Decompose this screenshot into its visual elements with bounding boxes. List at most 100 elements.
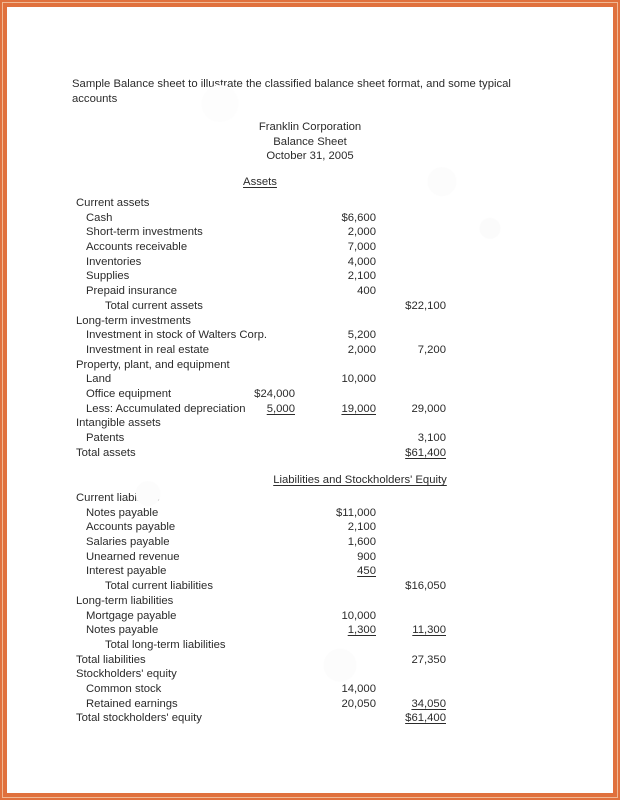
row-label: Long-term investments [76, 314, 191, 327]
row-label: Interest payable [86, 565, 167, 578]
amount-right: 27,350 [411, 653, 446, 666]
statement-row: Long-term investments [10, 314, 610, 329]
row-label: Office equipment [86, 387, 172, 400]
document-page: Sample Balance sheet to illustrate the c… [10, 10, 610, 790]
statement-row: Land 10,000 [10, 372, 610, 387]
row-label: Property, plant, and equipment [76, 358, 230, 371]
row-label: Stockholders' equity [76, 668, 177, 681]
statement-row: Patents 3,100 [10, 431, 610, 446]
amount-middle: 900 [357, 550, 376, 563]
row-label: Prepaid insurance [86, 285, 178, 298]
amount-right: $22,100 [405, 299, 446, 312]
row-label: Unearned revenue [86, 550, 180, 563]
row-label: Total current liabilities [105, 580, 213, 593]
row-label: Current liabilities [76, 492, 160, 504]
statement-row: Less: Accumulated depreciation 5,000 19,00… [10, 402, 610, 417]
row-label: Intangible assets [76, 417, 161, 430]
statement-row: Stockholders' equity [10, 667, 610, 682]
row-label: Investment in real estate [86, 343, 210, 356]
row-label: Salaries payable [86, 536, 170, 549]
amount-middle: 10,000 [341, 609, 376, 622]
row-label: Total current assets [105, 299, 203, 312]
row-label: Total assets [76, 446, 136, 459]
amount-middle: 400 [357, 285, 376, 298]
liabilities-section-heading: Liabilities and Stockholders' Equity [273, 474, 447, 486]
amount-right: 11,300 [412, 624, 446, 637]
statement-row: Total long-term liabilities [10, 638, 610, 653]
statement-row: Total liabilities 27,350 [10, 653, 610, 668]
statement-row: Supplies 2,100 [10, 269, 610, 284]
row-label: Land [86, 373, 112, 386]
statement-name: Balance Sheet [273, 135, 347, 148]
statement-row: Property, plant, and equipment [10, 358, 610, 373]
statement-row: Current assets [10, 196, 610, 211]
amount-right: 7,200 [417, 343, 446, 356]
row-label: Short-term investments [86, 226, 203, 239]
statement-row: Cash $6,600 [10, 211, 610, 226]
statement-row: Long-term liabilities [10, 594, 610, 609]
amount-middle: $6,600 [341, 211, 376, 224]
row-label: Accounts payable [86, 521, 176, 534]
amount-middle: 14,000 [341, 682, 376, 695]
statement-row: Mortgage payable 10,000 [10, 609, 610, 624]
amount-middle: 2,100 [347, 521, 376, 534]
statement-row: Total current liabilities $16,050 [10, 579, 610, 594]
statement-row: Inventories 4,000 [10, 255, 610, 270]
statement-row: Intangible assets [10, 416, 610, 431]
row-label: Investment in stock of Walters Corp. [86, 329, 268, 342]
amount-inner: $24,000 [254, 387, 295, 400]
assets-rows: Current assets Cash $6,600 Short-term inves… [10, 196, 610, 460]
scan-border: Sample Balance sheet to illustrate the c… [0, 0, 620, 800]
statement-row: Accounts payable 2,100 [10, 520, 610, 535]
row-label: Common stock [86, 682, 162, 695]
statement-row: Accounts receivable 7,000 [10, 240, 610, 255]
row-label: Patents [86, 432, 125, 444]
amount-middle: 2,100 [347, 270, 376, 283]
statement-row: Total current assets $22,100 [10, 299, 610, 314]
amount-middle: 7,000 [347, 241, 376, 254]
row-label: Retained earnings [86, 697, 178, 710]
amount-right: $16,050 [405, 580, 446, 593]
row-label: Total stockholders' equity [76, 712, 202, 725]
company-name: Franklin Corporation [258, 121, 362, 133]
statement-row: Investment in real estate 2,000 7,200 [10, 343, 610, 358]
amount-right: 3,100 [417, 432, 446, 444]
statement-title-block: Franklin Corporation Balance Sheet Octob… [150, 120, 470, 164]
statement-row: Unearned revenue 900 [10, 550, 610, 565]
statement-row: Notes payable 1,300 11,300 [10, 623, 610, 638]
amount-right: 29,000 [411, 402, 446, 415]
row-label: Total long-term liabilities [105, 638, 226, 651]
statement-row: Short-term investments 2,000 [10, 225, 610, 240]
statement-row: Retained earnings 20,050 34,050 [10, 697, 610, 712]
liabilities-rows: Current liabilities Notes payable $11,000 A… [10, 491, 610, 726]
row-label: Long-term liabilities [76, 594, 174, 607]
statement-row: Total stockholders' equity $61,400 [10, 711, 610, 726]
amount-middle: 4,000 [347, 255, 376, 268]
statement-date: October 31, 2005 [266, 150, 354, 163]
amount-middle: 2,000 [347, 226, 376, 239]
amount-middle: $11,000 [336, 506, 376, 519]
intro-paragraph: Sample Balance sheet to illustrate the c… [72, 78, 511, 105]
statement-row: Interest payable 450 [10, 564, 610, 579]
row-label: Notes payable [86, 624, 159, 637]
row-label: Cash [86, 211, 113, 224]
statement-row: Current liabilities [10, 491, 610, 506]
row-label: Mortgage payable [86, 609, 177, 622]
statement-row: Investment in stock of Walters Corp. 5,20… [10, 328, 610, 343]
statement-row: Prepaid insurance 400 [10, 284, 610, 299]
assets-section-heading: Assets [243, 176, 277, 188]
amount-right: $61,400 [405, 712, 446, 725]
statement-row: Office equipment $24,000 [10, 387, 610, 402]
statement-row: Notes payable $11,000 [10, 506, 610, 521]
row-label: Supplies [86, 270, 130, 283]
amount-middle: 5,200 [347, 329, 376, 342]
amount-middle: 10,000 [341, 373, 376, 386]
statement-row: Common stock 14,000 [10, 682, 610, 697]
statement-row: Salaries payable 1,600 [10, 535, 610, 550]
amount-right: 34,050 [411, 697, 446, 710]
amount-middle: 1,600 [347, 536, 376, 549]
statement-row: Total assets $61,400 [10, 446, 610, 461]
row-label: Current assets [76, 197, 150, 209]
row-label: Accounts receivable [86, 241, 188, 254]
amount-middle: 450 [357, 565, 376, 578]
